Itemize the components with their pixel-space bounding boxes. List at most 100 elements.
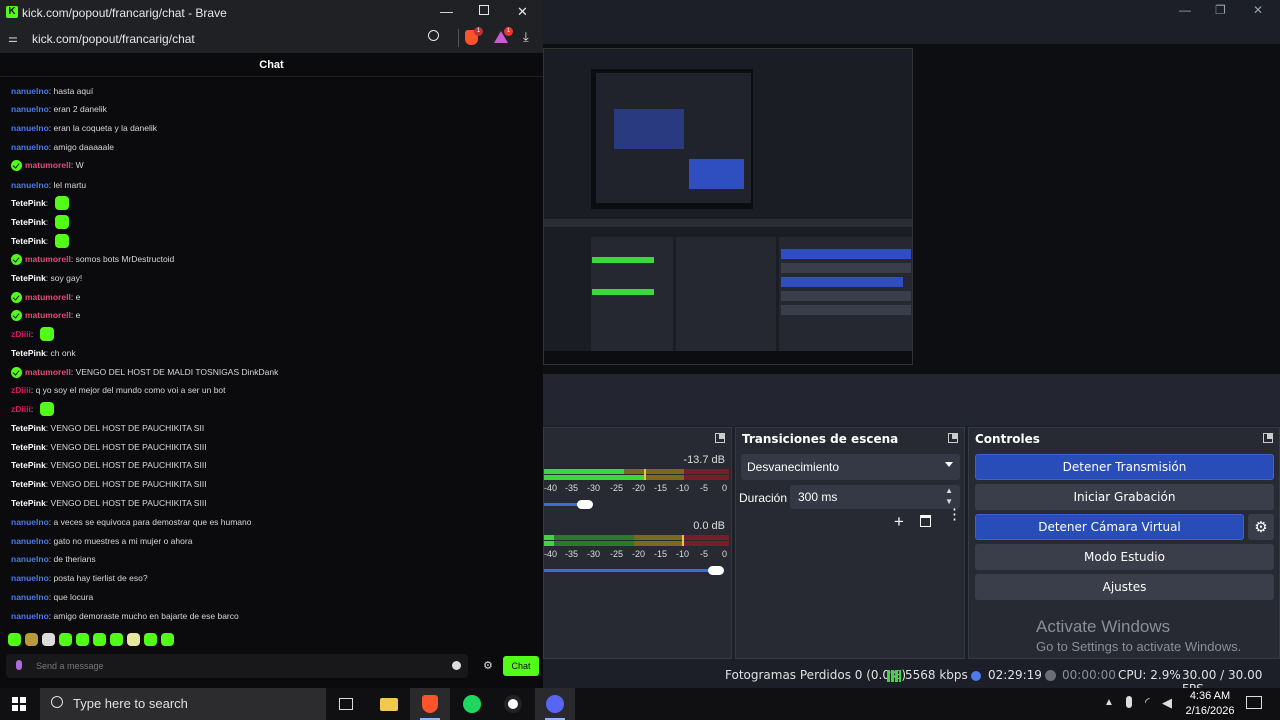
clock-time[interactable]: 4:36 AM: [1186, 690, 1234, 702]
chat-message-input[interactable]: Send a message: [6, 654, 468, 678]
spotify-icon[interactable]: [452, 688, 492, 720]
stop-stream-button[interactable]: Detener Transmisión: [975, 454, 1274, 480]
stop-virtual-camera-button[interactable]: Detener Cámara Virtual: [975, 514, 1244, 540]
chat-username[interactable]: TetePink: [11, 217, 46, 227]
chat-username[interactable]: TetePink: [11, 236, 46, 246]
divider: [458, 29, 459, 47]
browser-titlebar: K kick.com/popout/francarig/chat - Brave…: [0, 0, 543, 25]
chat-text: amigo demoraste mucho en bajarte de ese …: [53, 611, 239, 621]
emote-icon[interactable]: [110, 633, 123, 646]
add-transition-icon[interactable]: +: [894, 512, 904, 532]
chat-username[interactable]: TetePink: [11, 442, 46, 452]
brave-taskbar-icon[interactable]: [410, 688, 450, 720]
chat-username[interactable]: zDiiii: [11, 404, 31, 414]
chat-text: VENGO DEL HOST DE PAUCHIKITA SII: [50, 423, 205, 433]
taskbar-search-box[interactable]: Type here to search: [40, 688, 326, 720]
minimize-icon[interactable]: —: [440, 4, 453, 19]
spin-up-icon[interactable]: ▲: [945, 486, 953, 495]
chat-send-button[interactable]: Chat: [503, 656, 539, 676]
chat-username[interactable]: nanuelno: [11, 592, 49, 602]
emote-icon[interactable]: [76, 633, 89, 646]
chat-message: nanuelno: amigo demoraste mucho en bajar…: [11, 607, 239, 625]
chat-message: matumorell: somos bots MrDestructoid: [11, 250, 174, 268]
emote-icon[interactable]: [8, 633, 21, 646]
obs-preview-canvas[interactable]: [543, 48, 913, 365]
emote-icon[interactable]: [127, 633, 140, 646]
zoom-search-icon[interactable]: [428, 30, 439, 41]
clock-date[interactable]: 2/16/2026: [1184, 705, 1236, 717]
microphone-icon[interactable]: [16, 660, 22, 670]
transition-select[interactable]: Desvanecimiento: [741, 454, 960, 480]
chat-separator: :: [45, 198, 51, 208]
obs-close-icon[interactable]: ✕: [1253, 3, 1263, 17]
chat-username[interactable]: nanuelno: [11, 536, 49, 546]
duration-input[interactable]: 300 ms ▲ ▼: [790, 485, 960, 509]
maximize-icon[interactable]: [479, 5, 489, 15]
chat-message: TetePink:: [11, 194, 69, 212]
obs-taskbar-icon[interactable]: [493, 688, 533, 720]
discord-icon[interactable]: [535, 688, 575, 720]
chat-username[interactable]: zDiiii: [11, 329, 31, 339]
trash-icon[interactable]: [920, 515, 931, 527]
emote-icon[interactable]: [144, 633, 157, 646]
chat-username[interactable]: nanuelno: [11, 573, 49, 583]
download-icon[interactable]: ⤓: [523, 29, 529, 45]
chat-username[interactable]: TetePink: [11, 498, 46, 508]
file-explorer-icon[interactable]: [369, 688, 409, 720]
chat-username[interactable]: nanuelno: [11, 123, 49, 133]
microphone-tray-icon[interactable]: [1126, 696, 1132, 708]
dock-float-icon[interactable]: [715, 433, 725, 443]
chat-username[interactable]: TetePink: [11, 348, 46, 358]
chat-settings-gear-icon[interactable]: ⚙: [483, 659, 493, 672]
emote-icon[interactable]: [59, 633, 72, 646]
chat-text: ch onk: [50, 348, 76, 358]
chat-username[interactable]: nanuelno: [11, 611, 49, 621]
track2-volume-slider[interactable]: [708, 566, 724, 575]
chat-username[interactable]: nanuelno: [11, 554, 49, 564]
notifications-icon[interactable]: [1246, 696, 1262, 709]
emoji-picker-icon[interactable]: [452, 661, 461, 670]
chat-username[interactable]: TetePink: [11, 423, 46, 433]
more-options-icon[interactable]: ⋮: [947, 507, 962, 522]
spin-down-icon[interactable]: ▼: [945, 497, 953, 506]
obs-minimize-icon[interactable]: —: [1179, 3, 1191, 17]
chat-username[interactable]: TetePink: [11, 273, 46, 283]
track1-volume-slider[interactable]: [577, 500, 593, 509]
url-field[interactable]: kick.com/popout/francarig/chat: [32, 32, 195, 46]
settings-button[interactable]: Ajustes: [975, 574, 1274, 600]
dock-float-icon[interactable]: [948, 433, 958, 443]
chat-username[interactable]: nanuelno: [11, 517, 49, 527]
chat-username[interactable]: nanuelno: [11, 142, 49, 152]
site-settings-icon[interactable]: ⚌: [8, 32, 18, 45]
studio-mode-button[interactable]: Modo Estudio: [975, 544, 1274, 570]
chat-username[interactable]: matumorell: [25, 367, 71, 377]
emote-icon[interactable]: [93, 633, 106, 646]
chat-username[interactable]: zDiiii: [11, 385, 31, 395]
track2-volume-track[interactable]: [544, 569, 716, 572]
chat-username[interactable]: TetePink: [11, 460, 46, 470]
chat-message: matumorell: W: [11, 156, 84, 174]
virtual-camera-settings-gear-icon[interactable]: ⚙: [1248, 514, 1274, 540]
close-icon[interactable]: ✕: [517, 4, 528, 20]
volume-icon[interactable]: ◀: [1162, 695, 1172, 711]
emote-icon[interactable]: [161, 633, 174, 646]
start-recording-button[interactable]: Iniciar Grabación: [975, 484, 1274, 510]
network-icon[interactable]: ◜: [1145, 695, 1150, 709]
windows-start-icon[interactable]: [12, 697, 26, 711]
chat-emote-icon: [54, 234, 69, 248]
show-hidden-icons-icon[interactable]: ▲: [1104, 697, 1114, 708]
chat-username[interactable]: matumorell: [25, 254, 71, 264]
chat-username[interactable]: nanuelno: [11, 104, 49, 114]
chat-username[interactable]: matumorell: [25, 292, 71, 302]
dock-float-icon[interactable]: [1263, 433, 1273, 443]
emote-icon[interactable]: [42, 633, 55, 646]
chat-username[interactable]: TetePink: [11, 198, 46, 208]
obs-restore-icon[interactable]: ❐: [1215, 3, 1226, 17]
chat-username[interactable]: TetePink: [11, 479, 46, 489]
chat-username[interactable]: matumorell: [25, 310, 71, 320]
chat-username[interactable]: nanuelno: [11, 180, 49, 190]
chat-username[interactable]: nanuelno: [11, 86, 49, 96]
task-view-icon[interactable]: [326, 688, 366, 720]
emote-icon[interactable]: [25, 633, 38, 646]
chat-username[interactable]: matumorell: [25, 160, 71, 170]
